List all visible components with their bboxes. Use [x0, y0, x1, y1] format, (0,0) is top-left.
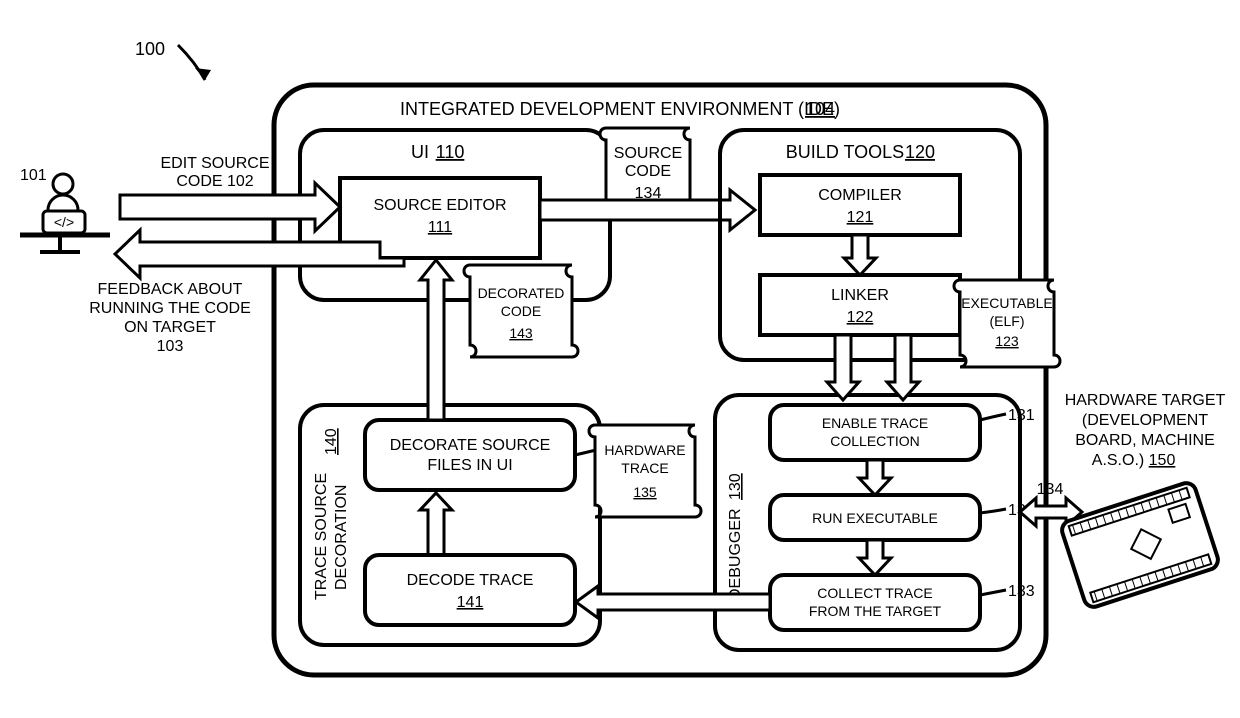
decorate-files-box — [365, 420, 575, 490]
linker-ref: 122 — [847, 309, 874, 326]
svg-text:A.S.O.): A.S.O.) — [1092, 452, 1144, 469]
exe-1: EXECUTABLE — [961, 295, 1053, 311]
svg-text:150: 150 — [1149, 452, 1176, 469]
run-label: RUN EXECUTABLE — [812, 510, 938, 526]
leader-132 — [980, 509, 1006, 513]
conn-ref: 134 — [1037, 481, 1064, 498]
decode-label: DECODE TRACE — [407, 572, 534, 589]
enable-ref: 131 — [1008, 407, 1035, 424]
edit-label-2: CODE 102 — [176, 173, 253, 190]
hw-trace-1: HARDWARE — [604, 442, 685, 458]
hw-target-1: HARDWARE TARGET — [1065, 392, 1226, 409]
linker-box — [760, 275, 960, 335]
ui-title: UI — [411, 142, 429, 162]
hardware-board-icon — [1060, 481, 1221, 610]
ui-ref: 110 — [436, 142, 465, 162]
decorate-files-1: DECORATE SOURCE — [390, 437, 551, 454]
arrow-edit-in — [120, 183, 340, 231]
trace-dec-title2: DECORATION — [333, 485, 350, 590]
leader-133 — [980, 590, 1006, 595]
decode-ref: 141 — [457, 594, 484, 611]
source-code-2: CODE — [625, 163, 671, 180]
arrow-linker-to-debugger-b — [887, 335, 919, 400]
feedback-3: ON TARGET — [124, 319, 216, 336]
ide-ref: 104 — [805, 99, 835, 119]
build-ref: 120 — [905, 142, 935, 162]
collect-1: COLLECT TRACE — [817, 585, 932, 601]
compiler-ref: 121 — [847, 209, 874, 226]
source-editor-ref: 111 — [428, 219, 452, 236]
edit-label-1: EDIT SOURCE — [160, 155, 269, 172]
enable-1: ENABLE TRACE — [822, 415, 928, 431]
feedback-1: FEEDBACK ABOUT — [98, 281, 243, 298]
decode-trace-box — [365, 555, 575, 625]
compiler-box — [760, 175, 960, 235]
arrow-enable-to-run — [859, 460, 891, 495]
feedback-2: RUNNING THE CODE — [89, 300, 251, 317]
hw-trace-2: TRACE — [621, 460, 668, 476]
feedback-4: 103 — [157, 338, 184, 355]
trace-dec-ref: 140 — [323, 428, 340, 455]
exe-2: (ELF) — [990, 313, 1025, 329]
decorated-ref: 143 — [509, 325, 533, 341]
collect-2: FROM THE TARGET — [809, 603, 942, 619]
user-ref: 101 — [20, 167, 47, 184]
debugger-ref: 130 — [727, 473, 744, 500]
enable-2: COLLECTION — [830, 433, 919, 449]
debugger-title: DEBUGGER — [727, 508, 744, 600]
hw-trace-ref: 135 — [633, 484, 657, 500]
ide-title: INTEGRATED DEVELOPMENT ENVIRONMENT (IDE) — [400, 99, 840, 119]
hw-target-2: (DEVELOPMENT — [1082, 412, 1208, 429]
leader-142 — [575, 450, 596, 455]
svg-text:</>: </> — [54, 214, 74, 230]
figure-ref: 100 — [135, 39, 165, 59]
arrow-decorate-to-editor — [420, 260, 452, 420]
leader-131 — [980, 414, 1006, 420]
decorated-2: CODE — [501, 303, 541, 319]
figure-arrow — [178, 45, 211, 80]
compiler-label: COMPILER — [818, 187, 902, 204]
exe-ref: 123 — [995, 333, 1019, 349]
build-title: BUILD TOOLS — [786, 142, 904, 162]
collect-ref: 133 — [1008, 583, 1035, 600]
hw-target-line4: A.S.O.) 150 — [1092, 452, 1176, 469]
arrow-linker-to-debugger-a — [827, 335, 859, 400]
arrow-decode-to-decorate — [420, 493, 452, 555]
decorated-1: DECORATED — [478, 285, 565, 301]
decorate-files-2: FILES IN UI — [427, 457, 512, 474]
trace-dec-title: TRACE SOURCE — [313, 473, 330, 600]
user-icon: </> — [20, 174, 110, 252]
arrow-compiler-to-linker — [844, 235, 876, 275]
source-editor-label: SOURCE EDITOR — [373, 197, 506, 214]
arrow-run-to-collect — [859, 540, 891, 575]
linker-label: LINKER — [831, 287, 889, 304]
source-code-1: SOURCE — [614, 145, 682, 162]
hw-target-3: BOARD, MACHINE — [1075, 432, 1215, 449]
diagram-root: 100 </> 101 INTEGRATED DEVELOPMENT ENVIR… — [0, 0, 1240, 718]
